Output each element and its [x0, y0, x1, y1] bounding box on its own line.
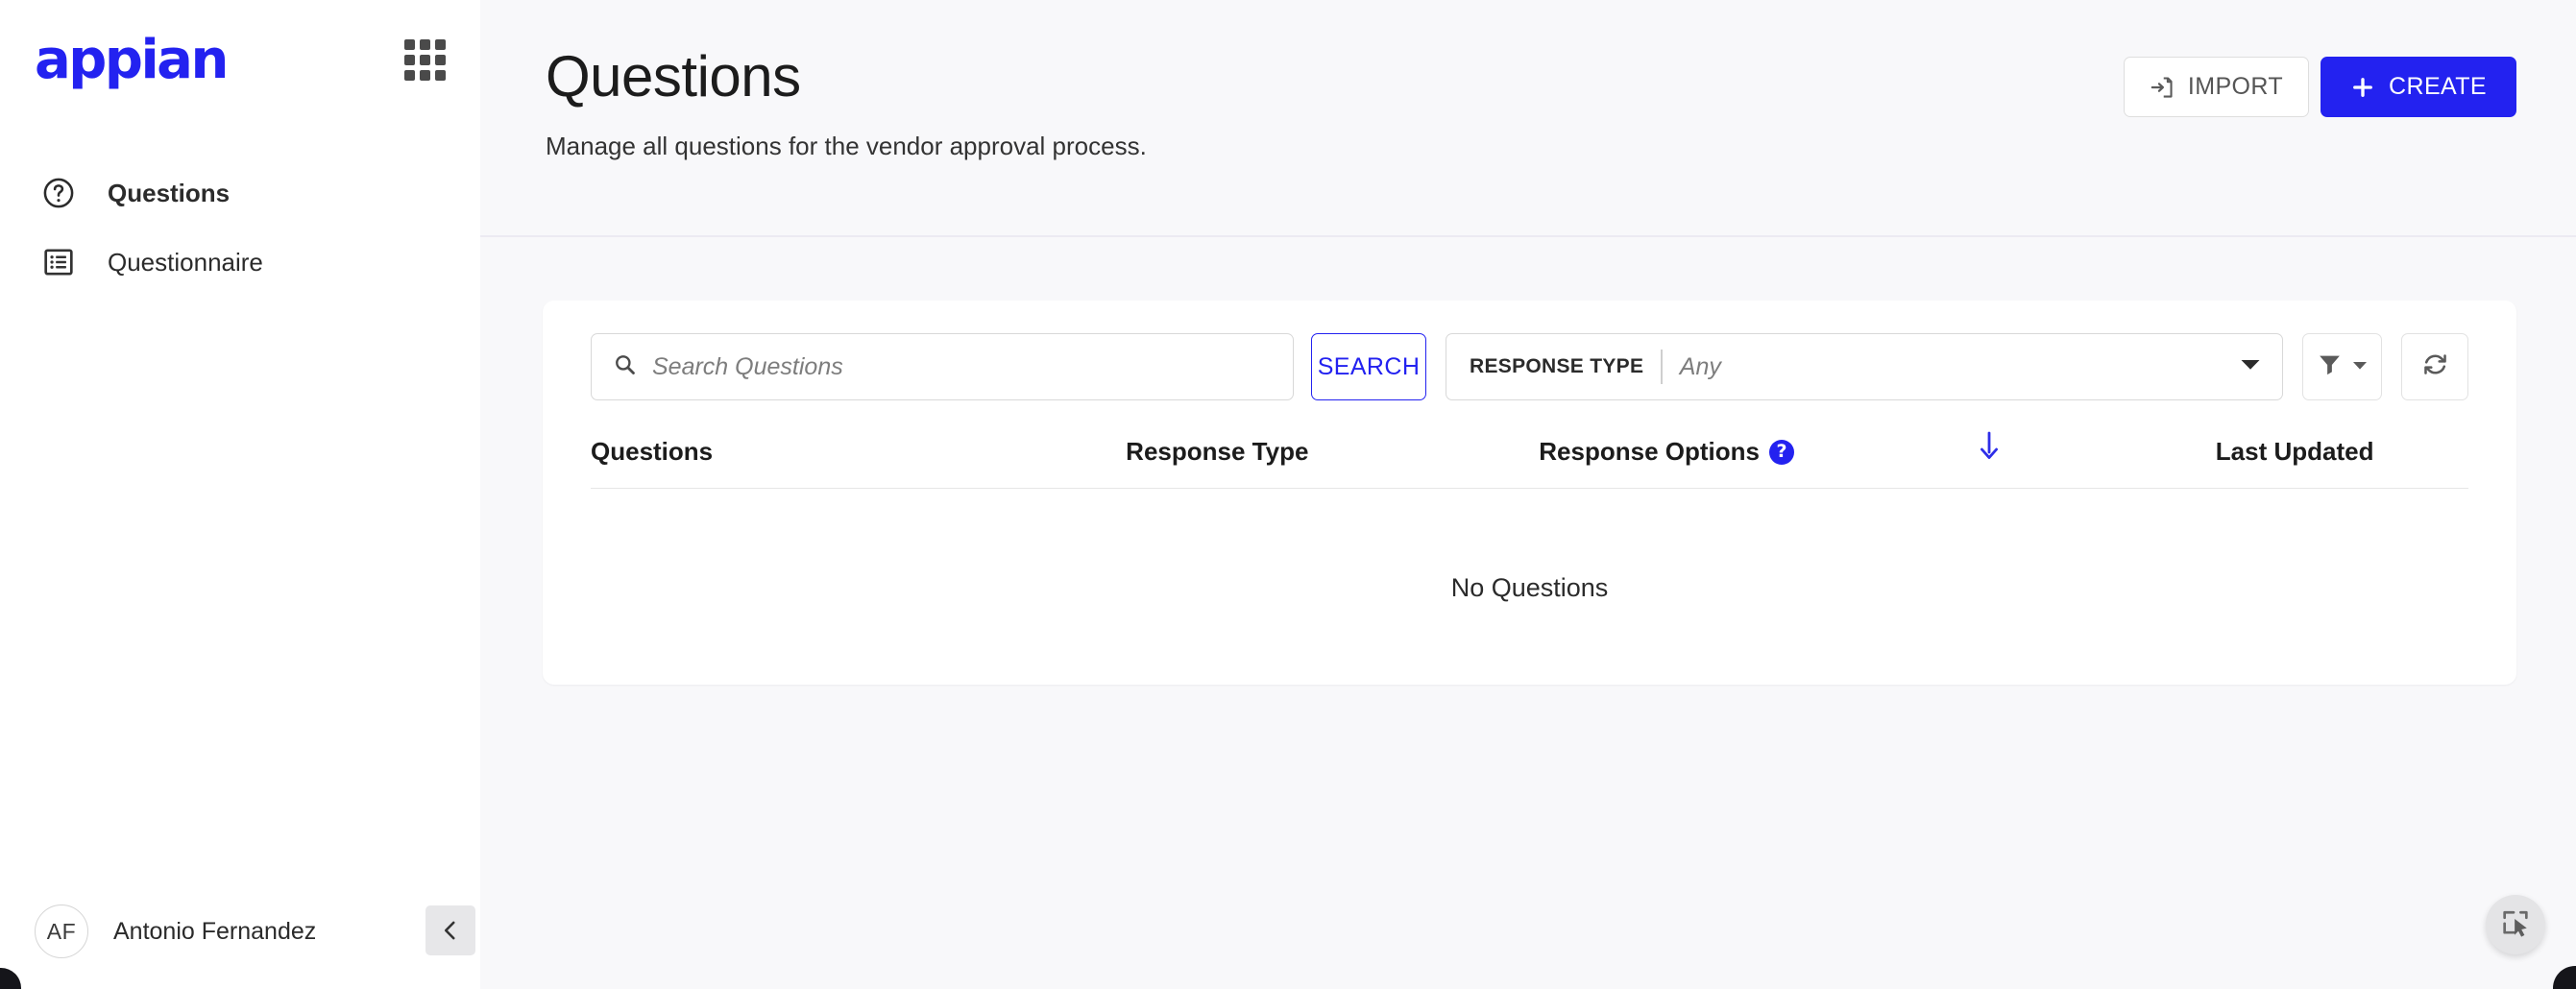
table-body: No Questions [591, 489, 2468, 604]
column-label: Response Options [1539, 437, 1760, 466]
sidebar-item-label: Questions [108, 178, 231, 207]
column-label: Last Updated [2215, 437, 2374, 466]
response-type-value: Any [1679, 352, 1721, 380]
plus-icon [2350, 75, 2375, 100]
column-header-response-options[interactable]: Response Options ? [1539, 420, 1859, 489]
app-root: appian Questions Questionnaire AF Antoni… [0, 0, 2576, 989]
sidebar-item-label: Questionnaire [108, 247, 263, 277]
sidebar-item-questions[interactable]: Questions [0, 158, 480, 228]
user-name: Antonio Fernandez [113, 917, 317, 945]
search-icon [613, 352, 637, 381]
table-header: Questions Response Type Response Options… [591, 420, 2468, 489]
divider [1661, 350, 1663, 384]
table-empty-row: No Questions [591, 489, 2468, 604]
file-import-icon [2150, 75, 2175, 100]
create-button[interactable]: CREATE [2321, 57, 2516, 117]
page-subtitle: Manage all questions for the vendor appr… [546, 132, 1147, 160]
select-region-cursor-icon [2499, 906, 2532, 944]
refresh-button[interactable] [2401, 333, 2468, 400]
column-header-last-updated[interactable]: Last Updated [2121, 420, 2468, 489]
help-icon[interactable]: ? [1768, 439, 1794, 465]
filter-button[interactable] [2302, 333, 2382, 400]
questions-table: Questions Response Type Response Options… [591, 420, 2468, 603]
select-region-button[interactable] [2486, 895, 2545, 954]
page-header: Questions Manage all questions for the v… [480, 0, 2576, 237]
create-button-label: CREATE [2389, 73, 2487, 100]
content-area: SEARCH RESPONSE TYPE Any [480, 237, 2576, 685]
header-actions: IMPORT CREATE [2123, 57, 2516, 117]
import-button[interactable]: IMPORT [2123, 57, 2310, 117]
sidebar-item-questionnaire[interactable]: Questionnaire [0, 228, 480, 297]
funnel-filter-icon [2317, 351, 2343, 382]
sidebar: appian Questions Questionnaire AF Antoni… [0, 0, 480, 989]
refresh-icon [2421, 350, 2449, 383]
appian-logo[interactable]: appian [35, 33, 229, 87]
caret-down-icon [2352, 358, 2368, 375]
response-type-label: RESPONSE TYPE [1470, 355, 1644, 377]
response-type-select[interactable]: RESPONSE TYPE Any [1446, 333, 2283, 400]
search-button[interactable]: SEARCH [1311, 333, 1426, 400]
column-header-questions[interactable]: Questions [591, 420, 1127, 489]
import-button-label: IMPORT [2187, 73, 2284, 100]
search-group: SEARCH [591, 333, 1426, 400]
column-label: Response Type [1126, 437, 1309, 466]
caret-down-icon [2240, 357, 2261, 377]
search-input[interactable] [652, 352, 1272, 381]
questions-toolbar: SEARCH RESPONSE TYPE Any [591, 329, 2468, 404]
sidebar-brand-row: appian [0, 0, 480, 120]
questions-card: SEARCH RESPONSE TYPE Any [543, 301, 2516, 685]
search-box[interactable] [591, 333, 1294, 400]
table-header-row: Questions Response Type Response Options… [591, 420, 2468, 489]
question-circle-icon [40, 175, 77, 211]
column-label: Questions [591, 437, 714, 466]
main-content: Questions Manage all questions for the v… [480, 0, 2576, 989]
column-header-response-type[interactable]: Response Type [1126, 420, 1540, 489]
sidebar-nav: Questions Questionnaire [0, 158, 480, 297]
list-form-icon [40, 244, 77, 280]
avatar: AF [35, 905, 88, 958]
sidebar-user-row[interactable]: AF Antonio Fernandez [0, 874, 480, 989]
screen-corner-bottom-right [2543, 956, 2576, 989]
sidebar-collapse-button[interactable] [425, 905, 475, 955]
chevron-left-icon [438, 918, 463, 943]
grid-apps-icon[interactable] [404, 39, 446, 81]
arrow-down-icon[interactable] [1979, 431, 2000, 466]
column-header-sort[interactable] [1858, 420, 2122, 489]
empty-message: No Questions [1450, 573, 1609, 602]
